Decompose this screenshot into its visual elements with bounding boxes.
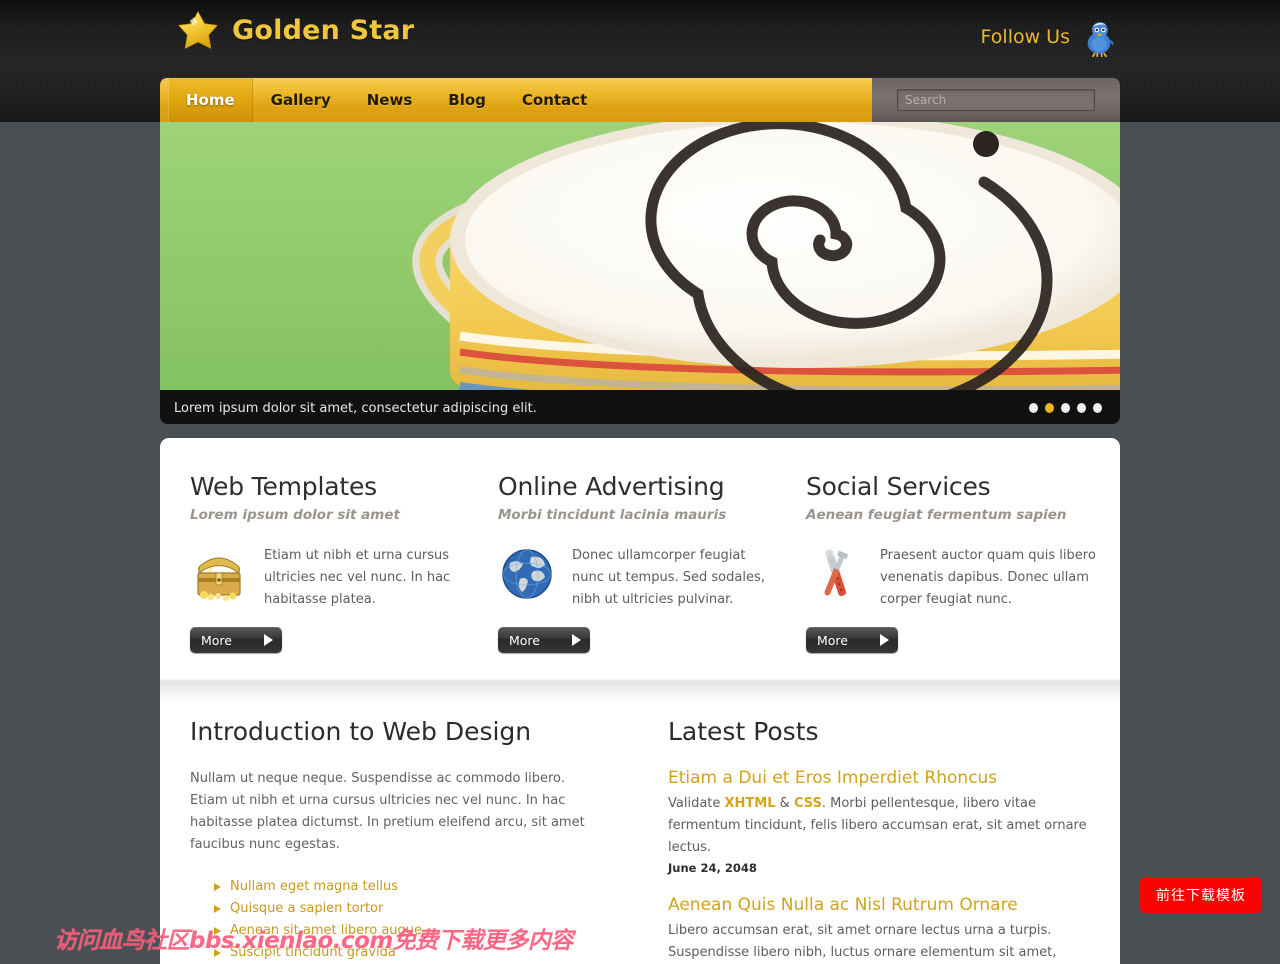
more-button-label: More [201,632,232,648]
service-title: Social Services [806,472,991,501]
more-button-online-advertising[interactable]: More [498,627,590,653]
list-item[interactable]: Aenean sit amet libero augue [214,920,600,942]
post-title-link[interactable]: Etiam a Dui et Eros Imperdiet Rhoncus [668,768,1100,788]
slider-caption-bar: Lorem ipsum dolor sit amet, consectetur … [160,390,1120,424]
star-icon [178,11,218,49]
intro-section: Introduction to Web Design Nullam ut neq… [160,705,640,964]
intro-bullet-list: Nullam eget magna tellus Quisque a sapie… [190,876,600,964]
post-excerpt: Libero accumsan erat, sit amet ornare le… [668,923,1057,960]
service-title: Web Templates [190,472,377,501]
arrow-right-icon [572,634,581,646]
slider-dot-1[interactable] [1029,403,1038,413]
post-excerpt-mid: & [775,796,794,811]
logo-text: Golden Star [232,14,415,46]
tools-icon [824,549,849,597]
follow-us-label: Follow Us [980,26,1070,48]
nav-item-blog[interactable]: Blog [430,78,504,122]
latest-posts-title: Latest Posts [668,717,819,746]
service-text: Praesent auctor quam quis libero venenat… [880,548,1096,607]
post-title-link[interactable]: Aenean Quis Nulla ac Nisl Rutrum Ornare [668,895,1100,915]
arrow-right-icon [264,634,273,646]
service-body: Praesent auctor quam quis libero venenat… [806,545,1108,611]
service-subtitle: Aenean feugiat fermentum sapien [806,507,1067,523]
intro-paragraph: Nullam ut neque neque. Suspendisse ac co… [190,771,585,852]
nav-item-news[interactable]: News [349,78,431,122]
latest-posts-section: Latest Posts Etiam a Dui et Eros Imperdi… [640,705,1120,964]
more-button-label: More [509,632,540,648]
slider-dots [1029,403,1106,413]
service-title: Online Advertising [498,472,725,501]
service-column-online-advertising: Online Advertising Morbi tincidunt lacin… [470,472,780,653]
follow-us[interactable]: Follow Us [981,16,1120,58]
globe-icon [502,549,552,599]
list-item[interactable]: Nullam eget magna tellus [214,876,600,898]
more-button-label: More [817,632,848,648]
service-body: Donec ullamcorper feugiat nunc ut tempus… [498,545,768,611]
more-button-social-services[interactable]: More [806,627,898,653]
post-keyword-css[interactable]: CSS [794,796,822,811]
twitter-bird-icon[interactable] [1078,16,1120,58]
post-keyword-xhtml[interactable]: XHTML [725,796,776,811]
list-item[interactable]: Suscipit tincidunt gravida [214,942,600,964]
slider-caption-text: Lorem ipsum dolor sit amet, consectetur … [174,400,537,416]
service-text: Etiam ut nibh et urna cursus ultricies n… [264,548,451,607]
section-divider [160,679,1120,705]
service-column-web-templates: Web Templates Lorem ipsum dolor sit amet [160,472,470,653]
services-columns: Web Templates Lorem ipsum dolor sit amet [160,438,1120,653]
service-subtitle: Morbi tincidunt lacinia mauris [498,507,727,523]
search-input[interactable] [897,89,1095,111]
arrow-right-icon [880,634,889,646]
list-item[interactable]: Quisque a sapien tortor [214,898,600,920]
nav-item-gallery[interactable]: Gallery [253,78,349,122]
service-text: Donec ullamcorper feugiat nunc ut tempus… [572,548,765,607]
nav-item-home[interactable]: Home [168,78,253,122]
post-item: Aenean Quis Nulla ac Nisl Rutrum Ornare … [668,895,1100,964]
lower-content: Introduction to Web Design Nullam ut neq… [160,705,1120,964]
slider-image [160,122,1120,390]
slider-dot-2[interactable] [1045,403,1054,413]
post-date: June 24, 2048 [668,861,757,875]
more-button-web-templates[interactable]: More [190,627,282,653]
slider-dot-5[interactable] [1093,403,1102,413]
services-panel: Web Templates Lorem ipsum dolor sit amet [160,438,1120,679]
post-item: Etiam a Dui et Eros Imperdiet Rhoncus Va… [668,768,1100,875]
service-body: Etiam ut nibh et urna cursus ultricies n… [190,545,458,611]
download-template-button[interactable]: 前往下载模板 [1140,877,1262,913]
post-excerpt: Validate XHTML & CSS. Morbi pellentesque… [668,793,1100,859]
main-navigation: Home Gallery News Blog Contact [160,78,1120,122]
treasure-chest-icon [197,557,241,601]
search-area [872,78,1120,122]
slider-dot-3[interactable] [1061,403,1070,413]
site-logo[interactable]: Golden Star [176,8,414,52]
post-excerpt-pre: Validate [668,796,725,811]
intro-title: Introduction to Web Design [190,717,532,746]
nav-items: Home Gallery News Blog Contact [160,78,872,122]
hero-slider: Lorem ipsum dolor sit amet, consectetur … [160,122,1120,424]
service-subtitle: Lorem ipsum dolor sit amet [190,507,400,523]
service-column-social-services: Social Services Aenean feugiat fermentum… [780,472,1120,653]
slider-dot-4[interactable] [1077,403,1086,413]
nav-item-contact[interactable]: Contact [504,78,605,122]
